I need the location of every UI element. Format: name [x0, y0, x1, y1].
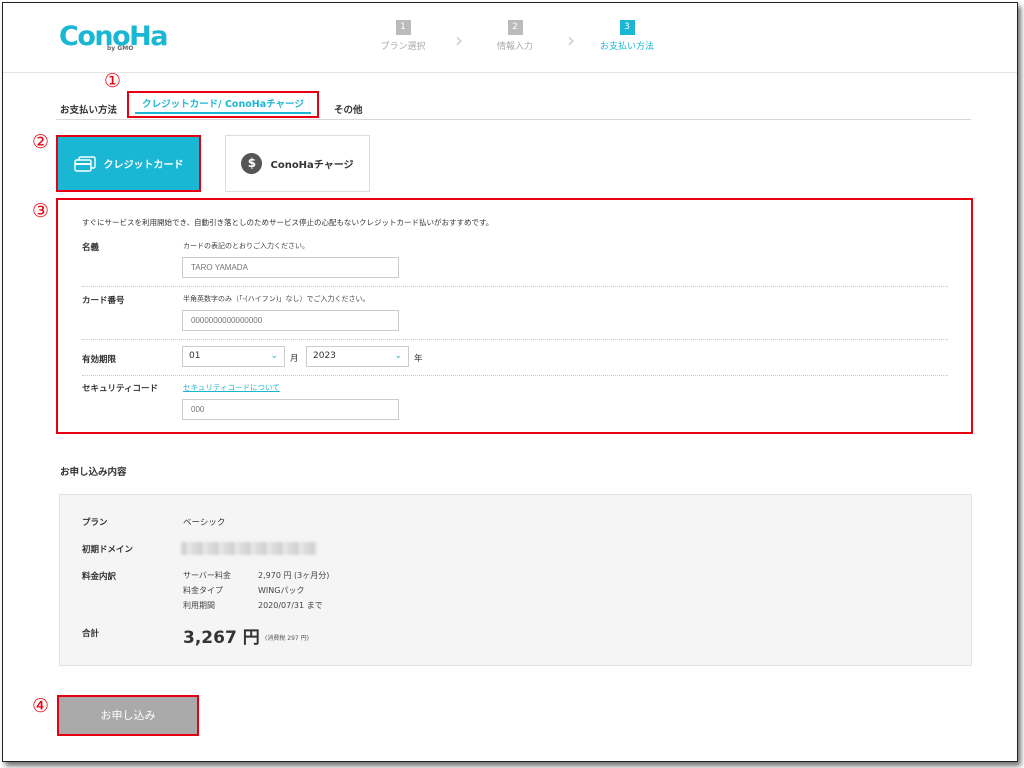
security-code-label: セキュリティコード — [82, 384, 158, 394]
tab-divider — [56, 119, 971, 120]
step-3: 3 お支払い方法 — [582, 20, 672, 52]
row-divider — [82, 286, 948, 287]
step-2-label: 情報入力 — [496, 42, 533, 52]
payment-method-label: お支払い方法 — [60, 105, 118, 116]
chevron-down-icon: ⌄ — [394, 351, 402, 361]
header-divider — [3, 72, 1017, 73]
conoha-charge-button-label: ConoHaチャージ — [270, 160, 354, 171]
name-hint: カードの表記のとおりご入力ください。 — [183, 242, 309, 250]
form-intro-text: すぐにサービスを利用開始でき、自動引き落としのためサービス停止の心配もないクレジ… — [82, 218, 494, 227]
name-label: 名義 — [82, 243, 100, 253]
card-number-input[interactable] — [182, 310, 399, 331]
security-code-input[interactable] — [182, 399, 399, 420]
logo-byline: by GMO — [107, 45, 134, 52]
active-tab-indicator — [135, 112, 311, 114]
chevron-right-icon: › — [455, 28, 463, 52]
step-1: 1 プラン選択 — [358, 20, 448, 52]
fee-key: サーバー料金 — [183, 571, 231, 580]
tax-note: (消費税 297 円) — [265, 635, 309, 642]
expiry-label: 有効期限 — [82, 355, 117, 365]
month-unit: 月 — [290, 354, 299, 364]
total-label: 合計 — [82, 629, 100, 639]
step-3-label: お支払い方法 — [599, 42, 654, 52]
fee-key: 料金タイプ — [183, 586, 223, 595]
dollar-coin-icon: $ — [241, 153, 263, 174]
total-amount: 3,267 円 — [183, 628, 260, 648]
expiry-year-value: 2023 — [313, 351, 336, 361]
fee-breakdown-label: 料金内訳 — [82, 572, 117, 582]
fee-value: 2020/07/31 まで — [258, 601, 323, 610]
step-3-number: 3 — [619, 20, 635, 35]
step-1-number: 1 — [395, 20, 411, 35]
card-number-label: カード番号 — [82, 296, 125, 306]
fee-key: 利用期間 — [183, 601, 215, 610]
screenshot-frame: ConoHa by GMO 1 プラン選択 › 2 情報入力 › 3 お支払い方… — [2, 2, 1018, 762]
tab-other[interactable]: その他 — [334, 102, 363, 116]
expiry-year-select[interactable]: 2023 ⌄ — [306, 346, 409, 367]
conoha-charge-button[interactable]: $ ConoHaチャージ — [225, 135, 370, 192]
card-holder-input[interactable] — [182, 257, 399, 278]
security-code-help-link[interactable]: セキュリティコードについて — [183, 382, 280, 393]
row-divider — [82, 375, 948, 376]
fee-value: 2,970 円 (3ヶ月分) — [258, 571, 330, 580]
chevron-right-icon: › — [567, 28, 575, 52]
expiry-month-select[interactable]: 01 ⌄ — [182, 346, 285, 367]
submit-application-button[interactable]: お申し込み — [57, 695, 199, 736]
annotation-3: ③ — [32, 200, 50, 222]
expiry-month-value: 01 — [189, 351, 201, 361]
chevron-down-icon: ⌄ — [270, 351, 278, 361]
step-1-label: プラン選択 — [380, 42, 426, 52]
order-summary-title: お申し込み内容 — [60, 467, 127, 478]
card-number-hint: 半角英数字のみ（「-(ハイフン)」なし）でご入力ください。 — [183, 295, 370, 303]
domain-label: 初期ドメイン — [82, 545, 134, 555]
blurred-domain-value — [181, 542, 317, 555]
step-2: 2 情報入力 — [470, 20, 560, 52]
plan-value: ベーシック — [183, 518, 226, 528]
plan-label: プラン — [82, 518, 108, 528]
fee-value: WINGパック — [258, 586, 305, 595]
credit-card-icon — [73, 155, 96, 172]
credit-card-button-label: クレジットカード — [103, 160, 184, 171]
step-2-number: 2 — [507, 20, 523, 35]
year-unit: 年 — [414, 354, 423, 364]
annotation-2: ② — [32, 131, 50, 153]
credit-card-button[interactable]: クレジットカード — [56, 135, 201, 192]
annotation-1: ① — [104, 70, 122, 92]
annotation-4: ④ — [32, 695, 50, 717]
row-divider — [82, 339, 948, 340]
